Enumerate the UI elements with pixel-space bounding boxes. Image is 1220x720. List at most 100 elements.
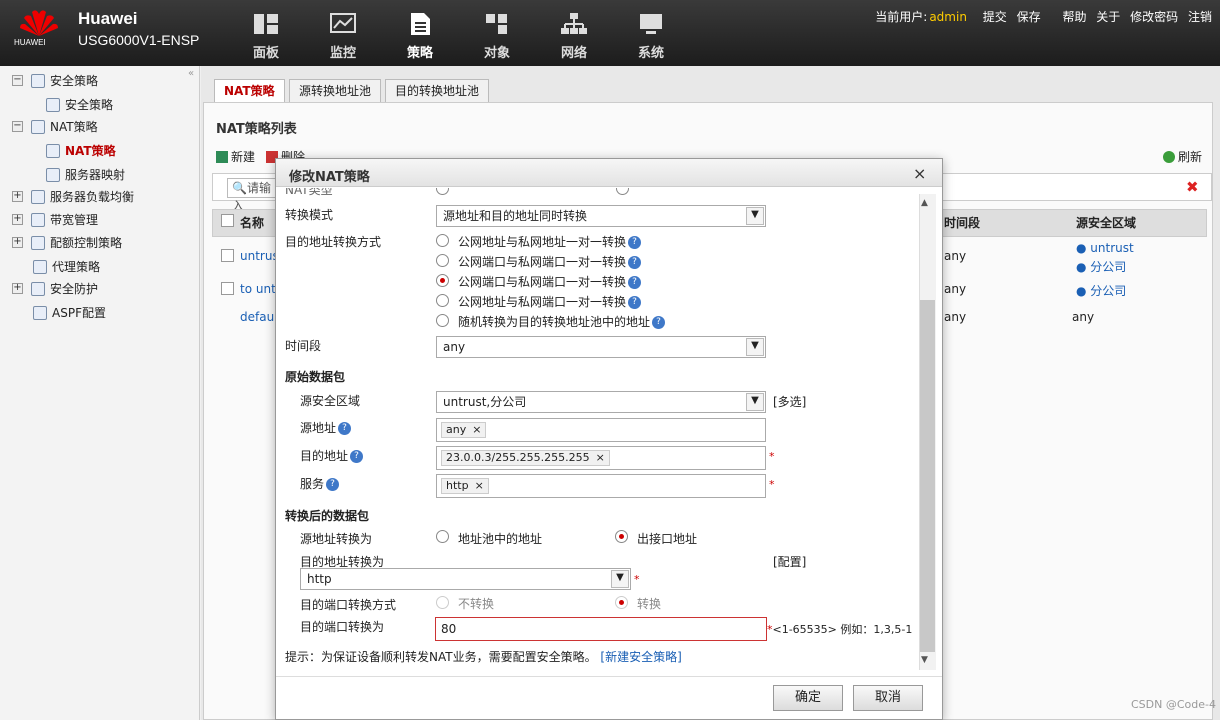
dst-method-radio-selected[interactable] xyxy=(436,274,449,287)
sidebar-item-security-policy[interactable]: 安全策略 xyxy=(46,96,113,113)
mode-label: 转换模式 xyxy=(285,208,334,222)
nat-type-radio[interactable] xyxy=(616,188,629,195)
table-row-zone[interactable]: ● 分公司 xyxy=(1076,282,1126,299)
expand-icon[interactable]: + xyxy=(12,283,23,294)
multi-select-link[interactable]: [多选] xyxy=(773,393,806,410)
port-no-trans-radio[interactable] xyxy=(436,596,449,609)
sidebar-item-security-policy-group[interactable]: − 安全策略 xyxy=(12,72,98,89)
dst-method-radio[interactable] xyxy=(436,314,449,327)
table-row-name[interactable]: untrus xyxy=(240,249,279,263)
monitor-icon xyxy=(330,13,356,33)
help-icon[interactable]: ? xyxy=(628,276,642,289)
nav-policy[interactable]: 策略 xyxy=(390,10,450,61)
scroll-down-icon[interactable]: ▼ xyxy=(921,655,928,665)
sidebar-item-nat-policy[interactable]: NAT策略 xyxy=(46,142,116,159)
clear-search-icon[interactable]: ✖ xyxy=(1186,178,1199,196)
tab-nat-policy[interactable]: NAT策略 xyxy=(214,79,285,103)
tab-dst-pool[interactable]: 目的转换地址池 xyxy=(385,79,490,103)
system-icon xyxy=(640,14,662,34)
dst-method-radio[interactable] xyxy=(436,254,449,267)
collapse-icon[interactable]: − xyxy=(12,121,23,132)
cancel-button[interactable]: 取消 xyxy=(853,685,923,711)
tab-src-pool[interactable]: 源转换地址池 xyxy=(289,79,382,103)
tag-text: http xyxy=(446,479,469,492)
scroll-up-icon[interactable]: ▲ xyxy=(921,198,928,208)
watermark: CSDN @Code-4 xyxy=(1131,698,1216,711)
port-trans-radio[interactable] xyxy=(615,596,628,609)
commit-link[interactable]: 提交 xyxy=(983,10,1007,24)
nav-monitor[interactable]: 监控 xyxy=(313,10,373,61)
dst-method-option: 公网地址与私网地址一对一转换? xyxy=(458,233,642,250)
new-security-policy-link[interactable]: [新建安全策略] xyxy=(600,650,681,664)
refresh-button[interactable]: 刷新 xyxy=(1163,148,1202,165)
dst-addr-label: 目的地址? xyxy=(300,447,364,464)
dst-trans-select[interactable]: http ▼ xyxy=(300,568,631,590)
collapse-sidebar-icon[interactable]: « xyxy=(188,68,194,79)
row-checkbox[interactable] xyxy=(221,249,234,262)
help-icon[interactable]: ? xyxy=(326,478,340,491)
remove-tag-icon[interactable]: × xyxy=(472,423,481,436)
help-icon[interactable]: ? xyxy=(628,256,642,269)
nav-label: 策略 xyxy=(406,46,433,61)
sidebar-item-protection[interactable]: + 安全防护 xyxy=(12,280,98,297)
scrollbar-thumb[interactable] xyxy=(920,300,935,652)
nav-system[interactable]: 系统 xyxy=(621,10,681,61)
dst-method-radio[interactable] xyxy=(436,294,449,307)
dst-method-option: 公网地址与私网端口一对一转换? xyxy=(458,293,642,310)
remove-tag-icon[interactable]: × xyxy=(596,451,605,464)
table-row-zone[interactable]: ● untrust xyxy=(1076,241,1134,255)
sidebar-item-nat-group[interactable]: − NAT策略 xyxy=(12,118,98,135)
src-zone-select[interactable]: untrust,分公司 ▼ xyxy=(436,391,766,413)
table-row-zone: any xyxy=(1072,310,1095,324)
new-button[interactable]: 新建 xyxy=(216,148,255,165)
row-checkbox[interactable] xyxy=(221,282,234,295)
time-select[interactable]: any ▼ xyxy=(436,336,766,358)
expand-icon[interactable]: + xyxy=(12,214,23,225)
select-all-checkbox[interactable] xyxy=(221,214,234,227)
ok-button[interactable]: 确定 xyxy=(773,685,843,711)
src-addr-input[interactable]: any × xyxy=(436,418,766,442)
help-icon[interactable]: ? xyxy=(628,236,642,249)
dst-addr-input[interactable]: 23.0.0.3/255.255.255.255 × xyxy=(436,446,766,470)
sidebar-item-aspf[interactable]: ASPF配置 xyxy=(33,304,106,321)
help-icon[interactable]: ? xyxy=(350,450,364,463)
sidebar-item-proxy[interactable]: 代理策略 xyxy=(33,258,100,275)
mode-select[interactable]: 源地址和目的地址同时转换 ▼ xyxy=(436,205,766,227)
sidebar-item-server-mapping[interactable]: 服务器映射 xyxy=(46,166,125,183)
config-link[interactable]: [配置] xyxy=(773,553,806,570)
nav-dashboard[interactable]: 面板 xyxy=(236,10,296,61)
src-trans-label: 源地址转换为 xyxy=(300,532,373,546)
tree-label: 代理策略 xyxy=(52,260,101,274)
port-hint: *<1-65535> 例如：1,3,5-10 xyxy=(767,621,913,637)
expand-icon[interactable]: + xyxy=(12,237,23,248)
help-link[interactable]: 帮助 xyxy=(1062,10,1086,24)
src-trans-pool-radio[interactable] xyxy=(436,530,449,543)
logout-link[interactable]: 注销 xyxy=(1188,10,1212,24)
nat-type-radio[interactable] xyxy=(436,188,449,195)
change-password-link[interactable]: 修改密码 xyxy=(1130,10,1178,24)
src-trans-egress-radio[interactable] xyxy=(615,530,628,543)
collapse-icon[interactable]: − xyxy=(12,75,23,86)
dst-method-option: 公网端口与私网端口一对一转换? xyxy=(458,253,642,270)
chevron-down-icon: ▼ xyxy=(746,207,764,225)
about-link[interactable]: 关于 xyxy=(1096,10,1120,24)
sidebar-item-quota[interactable]: + 配额控制策略 xyxy=(12,234,122,251)
table-row-time: any xyxy=(944,249,967,263)
nav-object[interactable]: 对象 xyxy=(467,10,527,61)
help-icon[interactable]: ? xyxy=(338,422,352,435)
dst-method-radio[interactable] xyxy=(436,234,449,247)
search-input[interactable]: 🔍请输入 xyxy=(227,178,277,213)
close-icon[interactable]: × xyxy=(913,164,926,183)
nav-network[interactable]: 网络 xyxy=(544,10,604,61)
sidebar-item-slb[interactable]: + 服务器负载均衡 xyxy=(12,188,134,205)
remove-tag-icon[interactable]: × xyxy=(475,479,484,492)
help-icon[interactable]: ? xyxy=(628,296,642,309)
port-input[interactable]: 80 xyxy=(435,617,767,641)
save-link[interactable]: 保存 xyxy=(1017,10,1041,24)
sidebar-item-bandwidth[interactable]: + 带宽管理 xyxy=(12,211,98,228)
time-value: any xyxy=(443,340,466,354)
table-row-zone[interactable]: ● 分公司 xyxy=(1076,258,1126,275)
service-input[interactable]: http × xyxy=(436,474,766,498)
help-icon[interactable]: ? xyxy=(652,316,666,329)
expand-icon[interactable]: + xyxy=(12,191,23,202)
